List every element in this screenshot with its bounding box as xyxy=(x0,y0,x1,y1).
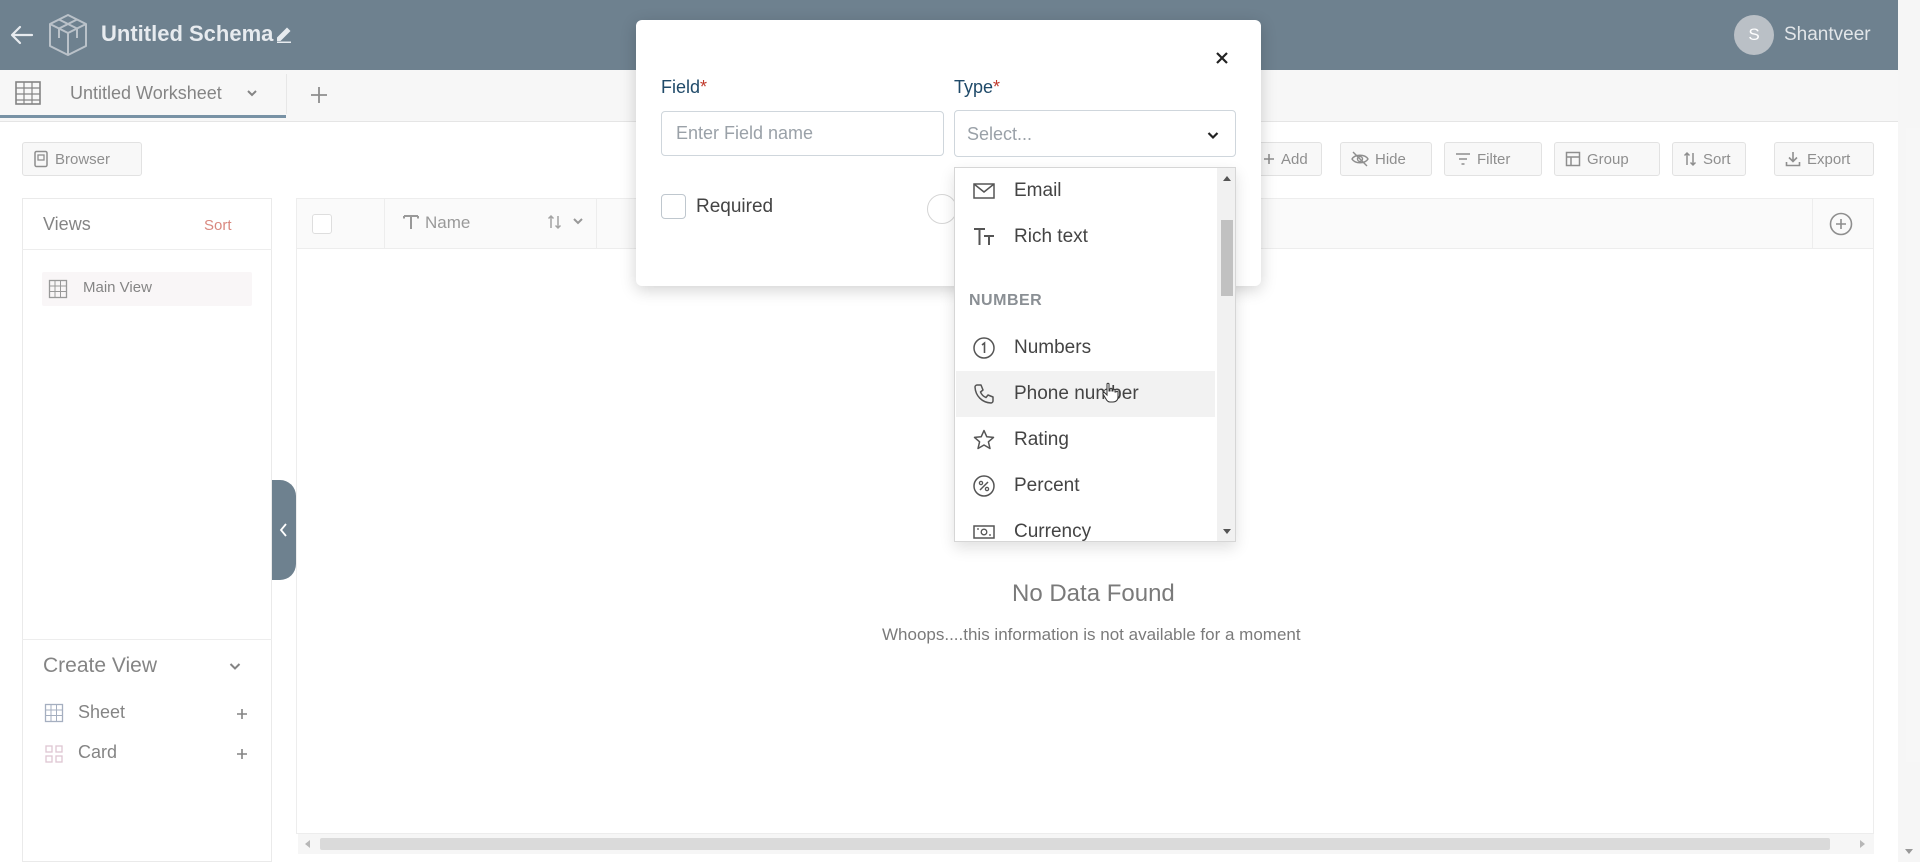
option-rich-text[interactable]: Rich text xyxy=(956,214,1215,260)
chevron-down-icon xyxy=(1205,127,1221,143)
mail-icon xyxy=(972,179,996,203)
option-label: Percent xyxy=(1014,475,1080,496)
option-label: Email xyxy=(1014,180,1062,201)
type-select[interactable]: Select... xyxy=(954,110,1236,157)
field-label-text: Field xyxy=(661,77,701,97)
option-label: Rating xyxy=(1014,429,1069,450)
toggle-switch[interactable] xyxy=(927,194,957,224)
option-percent[interactable]: Percent xyxy=(956,463,1215,509)
field-label: Field* xyxy=(661,77,707,98)
type-label: Type* xyxy=(954,77,1000,98)
option-label: Rich text xyxy=(1014,226,1088,247)
star-icon xyxy=(972,428,996,452)
dropdown-scroll-thumb[interactable] xyxy=(1221,220,1233,296)
option-rating[interactable]: Rating xyxy=(956,417,1215,463)
option-label: Phone number xyxy=(1014,383,1139,404)
option-currency[interactable]: Currency xyxy=(956,509,1215,542)
scroll-down-icon xyxy=(1223,529,1231,534)
close-icon[interactable] xyxy=(1212,48,1232,68)
type-label-text: Type xyxy=(954,77,994,97)
option-numbers[interactable]: Numbers xyxy=(956,325,1215,371)
required-checkbox[interactable] xyxy=(661,194,686,219)
phone-icon xyxy=(972,382,996,406)
scroll-up-icon xyxy=(1223,176,1231,181)
option-label: Currency xyxy=(1014,521,1092,542)
required-asterisk: * xyxy=(993,77,1001,97)
option-label: Numbers xyxy=(1014,337,1092,358)
section-number: NUMBER xyxy=(969,292,1043,309)
rich-text-icon xyxy=(972,225,996,249)
option-phone-number[interactable]: Phone number xyxy=(956,371,1215,417)
option-email[interactable]: Email xyxy=(956,168,1215,214)
field-name-input[interactable] xyxy=(661,111,944,156)
required-asterisk: * xyxy=(700,77,708,97)
percent-icon xyxy=(972,474,996,498)
dropdown-scrollbar[interactable] xyxy=(1217,168,1235,541)
type-select-placeholder: Select... xyxy=(967,124,1033,144)
type-dropdown-list: Email Rich text NUMBER Numbers Phone num… xyxy=(954,167,1236,542)
required-label: Required xyxy=(696,196,774,217)
number-circle-icon xyxy=(972,336,996,360)
currency-icon xyxy=(972,520,996,541)
hand-cursor-icon xyxy=(1101,382,1119,404)
